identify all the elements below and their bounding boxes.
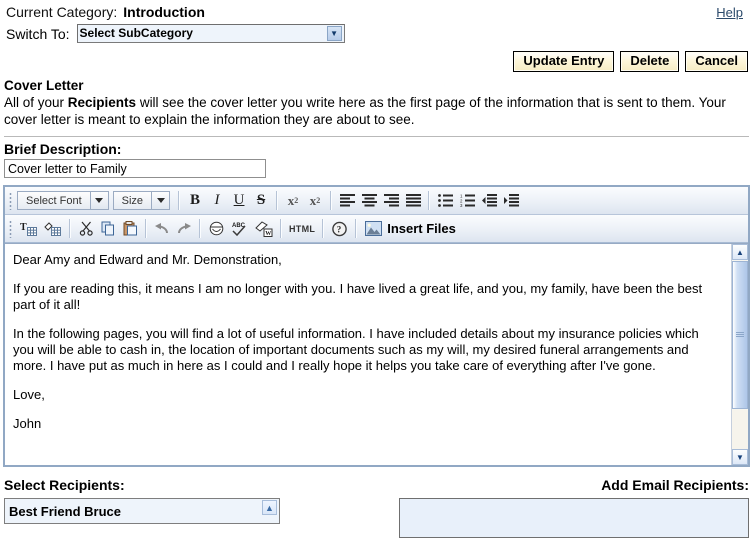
rich-text-editor: Select Font Size B I U S x2 x2 1 2 3 T A… xyxy=(3,185,750,467)
editor-paragraph: Dear Amy and Edward and Mr. Demonstratio… xyxy=(13,252,282,267)
editor-toolbar-row-1: Select Font Size B I U S x2 x2 1 2 3 xyxy=(5,187,748,215)
scrollbar-thumb[interactable] xyxy=(732,261,748,409)
insert-table-icon[interactable]: T xyxy=(17,218,41,239)
font-size-value: Size xyxy=(112,191,153,210)
align-left-icon[interactable] xyxy=(336,190,358,211)
desc-bold-recipients: Recipients xyxy=(67,95,137,110)
action-button-row: Update Entry Delete Cancel xyxy=(0,43,753,72)
numbered-list-icon[interactable]: 123 xyxy=(456,190,478,211)
svg-text:?: ? xyxy=(337,224,342,234)
spellcheck-icon[interactable]: ABC xyxy=(228,218,252,239)
cover-letter-description: All of your Recipients will see the cove… xyxy=(4,94,747,128)
toolbar-separator xyxy=(428,191,431,210)
select-recipients-group: Select Recipients: Best Friend Bruce ▲ xyxy=(0,477,399,541)
paste-from-word-icon[interactable]: W xyxy=(252,218,276,239)
switch-to-row: Switch To: Select SubCategory ▼ xyxy=(0,20,753,43)
current-category-value: Introduction xyxy=(123,4,205,20)
insert-files-label: Insert Files xyxy=(387,221,456,236)
recipients-listbox[interactable]: Best Friend Bruce ▲ xyxy=(4,498,280,524)
italic-button[interactable]: I xyxy=(206,190,228,211)
toolbar-separator xyxy=(280,219,282,238)
editor-toolbar-row-2: T ABC W HTML ? Insert Files xyxy=(5,215,748,243)
font-size-dropdown-icon[interactable] xyxy=(152,191,171,210)
align-center-icon[interactable] xyxy=(358,190,380,211)
editor-paragraph: In the following pages, you will find a … xyxy=(13,326,699,373)
bold-button[interactable]: B xyxy=(184,190,206,211)
svg-text:T: T xyxy=(20,222,27,233)
toolbar-separator xyxy=(330,191,333,210)
brief-description-label: Brief Description: xyxy=(4,141,122,157)
font-family-dropdown-icon[interactable] xyxy=(90,191,109,210)
toolbar-grip-handle[interactable] xyxy=(8,191,14,210)
editor-vertical-scrollbar[interactable]: ▲ ▼ xyxy=(731,244,748,465)
toolbar-separator xyxy=(178,191,181,210)
cover-letter-section: Cover Letter All of your Recipients will… xyxy=(0,72,753,128)
undo-icon[interactable] xyxy=(151,218,173,239)
bulleted-list-icon[interactable] xyxy=(434,190,456,211)
update-entry-button[interactable]: Update Entry xyxy=(513,51,615,72)
recipient-list-item: Best Friend Bruce xyxy=(9,503,121,519)
scroll-up-icon[interactable]: ▲ xyxy=(262,500,277,515)
insert-files-button[interactable]: Insert Files xyxy=(361,218,460,239)
font-size-combo[interactable]: Size xyxy=(112,191,171,210)
subcategory-select[interactable]: Select SubCategory ▼ xyxy=(76,24,345,43)
delete-button[interactable]: Delete xyxy=(620,51,680,72)
toolbar-grip-handle[interactable] xyxy=(8,219,14,238)
subcategory-select-value: Select SubCategory xyxy=(79,26,193,40)
help-question-icon[interactable]: ? xyxy=(328,218,351,239)
toolbar-separator xyxy=(355,219,358,238)
current-category-label: Current Category: xyxy=(6,4,118,20)
strikethrough-button[interactable]: S xyxy=(250,190,272,211)
subscript-button[interactable]: x2 xyxy=(282,190,304,211)
scrollbar-track[interactable] xyxy=(732,410,748,449)
toolbar-separator xyxy=(145,219,147,238)
toolbar-separator xyxy=(69,219,71,238)
help-link[interactable]: Help xyxy=(716,5,747,20)
editor-text-body[interactable]: Dear Amy and Edward and Mr. Demonstratio… xyxy=(5,244,731,465)
editor-paragraph: Love, xyxy=(13,387,45,402)
add-email-recipients-label: Add Email Recipients: xyxy=(601,477,749,493)
underline-button[interactable]: U xyxy=(228,190,250,211)
editor-paragraph: John xyxy=(13,416,42,431)
svg-text:W: W xyxy=(265,231,271,237)
svg-text:3: 3 xyxy=(460,203,463,207)
image-icon xyxy=(365,221,383,236)
switch-to-label: Switch To: xyxy=(6,25,70,42)
add-email-recipients-group: Add Email Recipients: xyxy=(399,477,753,541)
select-recipients-label: Select Recipients: xyxy=(4,477,125,493)
desc-part-1: All of your xyxy=(4,95,68,110)
toolbar-separator xyxy=(199,219,201,238)
html-source-button[interactable]: HTML xyxy=(286,218,318,239)
font-family-value: Select Font xyxy=(17,191,91,210)
toolbar-separator xyxy=(276,191,279,210)
editor-content-area: Dear Amy and Edward and Mr. Demonstratio… xyxy=(5,243,748,465)
brief-description-input[interactable] xyxy=(4,159,266,178)
font-family-combo[interactable]: Select Font xyxy=(17,191,109,210)
header-row: Current Category: Introduction Help xyxy=(0,0,753,20)
superscript-button[interactable]: x2 xyxy=(304,190,326,211)
table-fill-color-icon[interactable] xyxy=(41,218,65,239)
align-justify-icon[interactable] xyxy=(402,190,424,211)
copy-icon[interactable] xyxy=(97,218,119,239)
add-email-recipients-input[interactable] xyxy=(399,498,749,538)
chevron-down-icon: ▼ xyxy=(326,26,342,41)
cut-icon[interactable] xyxy=(75,218,97,239)
align-right-icon[interactable] xyxy=(380,190,402,211)
editor-paragraph: If you are reading this, it means I am n… xyxy=(13,281,703,312)
scroll-up-icon[interactable]: ▲ xyxy=(732,244,748,260)
cancel-button[interactable]: Cancel xyxy=(685,51,748,72)
increase-indent-icon[interactable] xyxy=(500,190,522,211)
paste-icon[interactable] xyxy=(119,218,141,239)
cover-letter-title: Cover Letter xyxy=(4,78,84,93)
scroll-down-icon[interactable]: ▼ xyxy=(732,449,748,465)
decrease-indent-icon[interactable] xyxy=(478,190,500,211)
toolbar-separator xyxy=(322,219,325,238)
emoticon-icon[interactable] xyxy=(205,218,228,239)
recipients-section: Select Recipients: Best Friend Bruce ▲ A… xyxy=(0,467,753,541)
redo-icon[interactable] xyxy=(173,218,195,239)
